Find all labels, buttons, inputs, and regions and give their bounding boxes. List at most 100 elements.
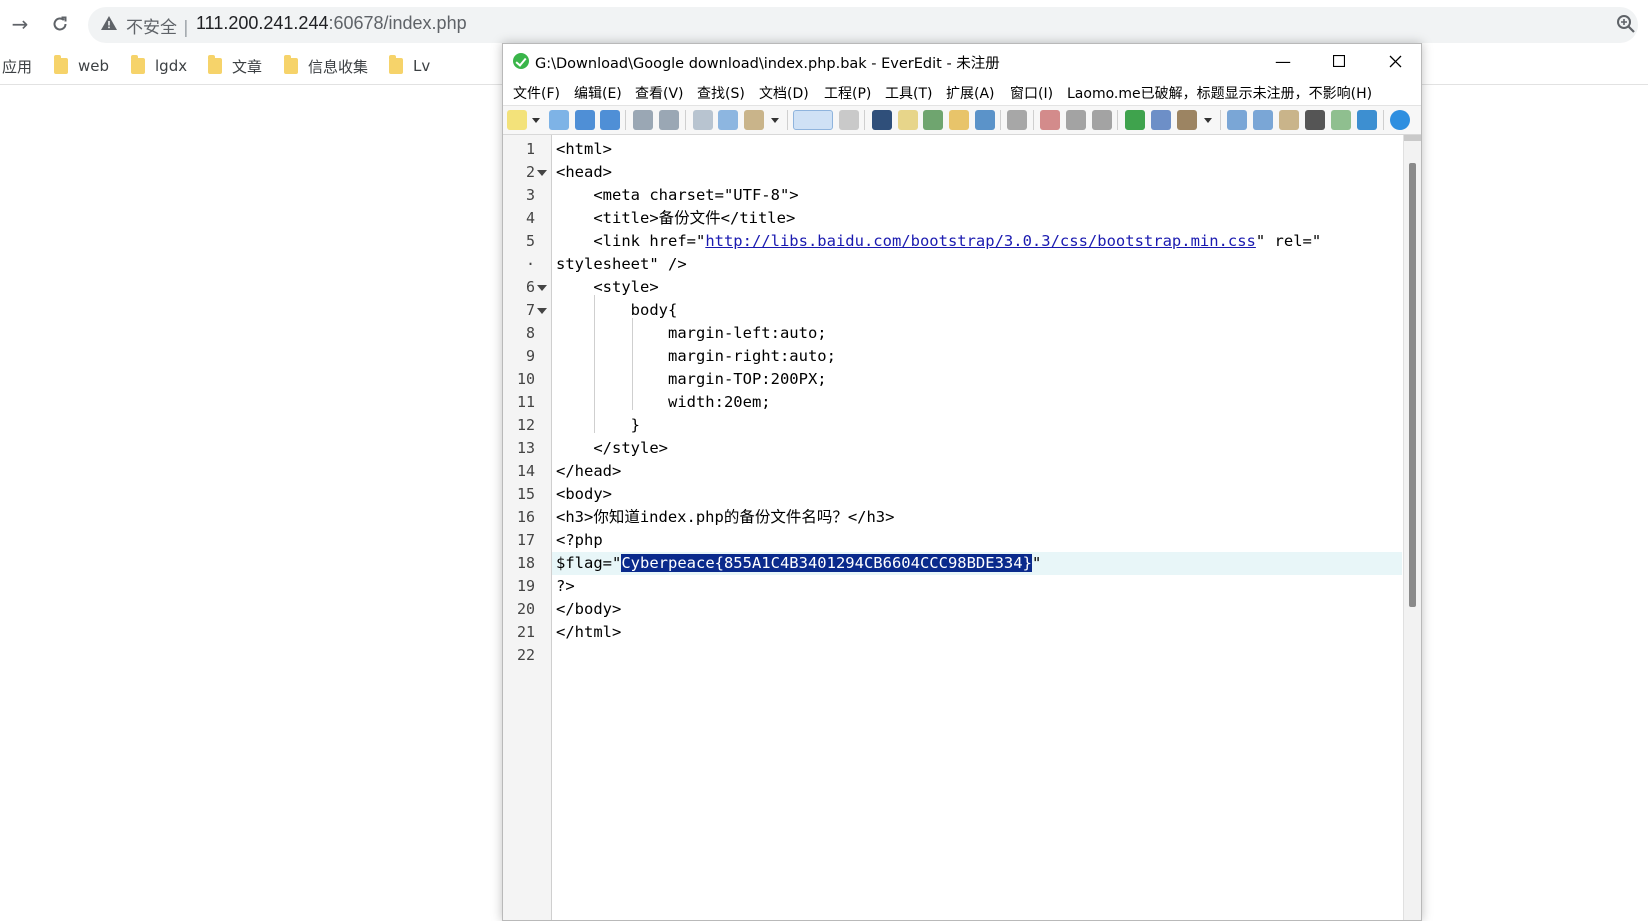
window-title: G:\Download\Google download\index.php.ba… <box>535 56 1000 72</box>
toolbar-separator <box>1033 110 1034 130</box>
new-file-icon[interactable] <box>507 110 527 130</box>
menu-help[interactable]: Laomo.me已破解，标题显示未注册，不影响(H) <box>1067 83 1372 103</box>
terminal-icon[interactable] <box>1151 110 1171 130</box>
code-line[interactable]: <meta charset="UTF-8"> <box>552 184 1402 207</box>
url-path: :60678/index.php <box>328 13 467 33</box>
code-line-text: width:20em; <box>556 393 771 411</box>
code-line[interactable]: </head> <box>552 460 1402 483</box>
insecure-label[interactable]: 不安全 | <box>126 13 189 38</box>
goto-icon[interactable] <box>975 110 995 130</box>
bookmark-apps[interactable]: 应用 <box>2 56 32 76</box>
code-line-text: } <box>556 416 640 434</box>
bookmark-folder-lv[interactable]: Lv <box>389 55 430 76</box>
help-icon[interactable] <box>1390 110 1410 130</box>
code-line[interactable]: <h3>你知道index.php的备份文件名吗？</h3> <box>552 506 1402 529</box>
outline-icon[interactable] <box>1227 110 1247 130</box>
maximize-icon[interactable] <box>1311 44 1367 78</box>
word-wrap-button[interactable] <box>793 110 833 130</box>
code-line[interactable] <box>552 644 1402 667</box>
code-line[interactable]: width:20em; <box>552 391 1402 414</box>
line-number: 22 <box>516 646 535 664</box>
fold-toggle-icon[interactable] <box>537 285 547 291</box>
code-line[interactable]: <link href="http://libs.baidu.com/bootst… <box>552 230 1402 253</box>
save-icon[interactable] <box>575 110 595 130</box>
code-line[interactable]: <head> <box>552 161 1402 184</box>
bookmark-folder-lgdx[interactable]: lgdx <box>131 55 187 76</box>
menu-find[interactable]: 查找(S) <box>697 83 745 103</box>
macro-icon[interactable] <box>1007 110 1027 130</box>
bookmark-folder-web[interactable]: web <box>54 55 109 76</box>
code-line[interactable]: margin-TOP:200PX; <box>552 368 1402 391</box>
code-line[interactable]: </body> <box>552 598 1402 621</box>
reload-icon[interactable] <box>46 10 74 38</box>
code-line[interactable]: stylesheet" /> <box>552 253 1402 276</box>
cut-icon[interactable] <box>693 110 713 130</box>
code-line-text: </style> <box>556 439 668 457</box>
code-line[interactable]: <?php <box>552 529 1402 552</box>
copy-icon[interactable] <box>718 110 738 130</box>
plugin-icon[interactable] <box>1125 110 1145 130</box>
play-icon[interactable] <box>1066 110 1086 130</box>
code-line[interactable]: </style> <box>552 437 1402 460</box>
play-multiple-icon[interactable] <box>1092 110 1112 130</box>
menu-project[interactable]: 工程(P) <box>824 83 871 103</box>
save-all-icon[interactable] <box>600 110 620 130</box>
chevron-down-icon[interactable] <box>532 118 540 123</box>
code-line[interactable]: <title>备份文件</title> <box>552 207 1402 230</box>
code-line-text: margin-TOP:200PX; <box>556 370 827 388</box>
menu-document[interactable]: 文档(D) <box>759 83 809 103</box>
tools-icon[interactable] <box>1177 110 1197 130</box>
bookmark-folder-info[interactable]: 信息收集 <box>284 55 368 76</box>
clip-icon[interactable] <box>1279 110 1299 130</box>
find-in-files-icon[interactable] <box>949 110 969 130</box>
close-icon[interactable] <box>1367 44 1421 78</box>
fold-toggle-icon[interactable] <box>537 308 547 314</box>
code-line[interactable]: <style> <box>552 276 1402 299</box>
undo-icon[interactable] <box>633 110 653 130</box>
code-line[interactable]: margin-left:auto; <box>552 322 1402 345</box>
url-text[interactable]: 111.200.241.244:60678/index.php <box>196 13 467 34</box>
menu-window[interactable]: 窗口(I) <box>1010 83 1053 103</box>
find-icon[interactable] <box>872 110 892 130</box>
replace-icon[interactable] <box>898 110 918 130</box>
column-mode-icon[interactable] <box>839 110 859 130</box>
menu-view[interactable]: 查看(V) <box>635 83 684 103</box>
zoom-icon[interactable] <box>1616 14 1636 34</box>
code-line[interactable]: ?> <box>552 575 1402 598</box>
minimize-icon[interactable]: — <box>1255 44 1311 78</box>
bookmark-folder-articles[interactable]: 文章 <box>208 55 262 76</box>
output-icon[interactable] <box>1305 110 1325 130</box>
redo-icon[interactable] <box>659 110 679 130</box>
menu-tools[interactable]: 工具(T) <box>885 83 932 103</box>
sidebar-icon[interactable] <box>1253 110 1273 130</box>
code-link[interactable]: http://libs.baidu.com/bootstrap/3.0.3/cs… <box>705 232 1256 250</box>
code-line[interactable]: </html> <box>552 621 1402 644</box>
code-line[interactable]: <body> <box>552 483 1402 506</box>
code-line[interactable]: body{ <box>552 299 1402 322</box>
menu-bar: 文件(F) 编辑(E) 查看(V) 查找(S) 文档(D) 工程(P) 工具(T… <box>503 80 1421 104</box>
code-line[interactable]: } <box>552 414 1402 437</box>
open-file-icon[interactable] <box>549 110 569 130</box>
window-titlebar[interactable]: G:\Download\Google download\index.php.ba… <box>503 44 1421 78</box>
chevron-down-icon[interactable] <box>1204 118 1212 123</box>
fold-toggle-icon[interactable] <box>537 170 547 176</box>
chevron-down-icon[interactable] <box>771 118 779 123</box>
line-number: 9 <box>525 347 535 365</box>
code-area[interactable]: <html> <head> <meta charset="UTF-8"> <tit… <box>552 135 1402 920</box>
menu-file[interactable]: 文件(F) <box>513 83 560 103</box>
menu-extensions[interactable]: 扩展(A) <box>946 83 995 103</box>
browser-preview-icon[interactable] <box>1357 110 1377 130</box>
paste-icon[interactable] <box>744 110 764 130</box>
code-line[interactable]: $flag="Cyberpeace{855A1C4B3401294CB6604C… <box>552 552 1402 575</box>
record-icon[interactable] <box>1040 110 1060 130</box>
compare-icon[interactable] <box>1331 110 1351 130</box>
warning-icon[interactable] <box>100 14 118 32</box>
code-line[interactable]: <html> <box>552 138 1402 161</box>
arrow-forward-icon[interactable]: → <box>6 10 34 38</box>
code-line[interactable]: margin-right:auto; <box>552 345 1402 368</box>
scroll-thumb[interactable] <box>1409 163 1416 607</box>
menu-edit[interactable]: 编辑(E) <box>574 83 622 103</box>
vertical-scrollbar[interactable] <box>1403 135 1421 920</box>
folder-icon <box>389 55 403 74</box>
spellcheck-icon[interactable] <box>923 110 943 130</box>
